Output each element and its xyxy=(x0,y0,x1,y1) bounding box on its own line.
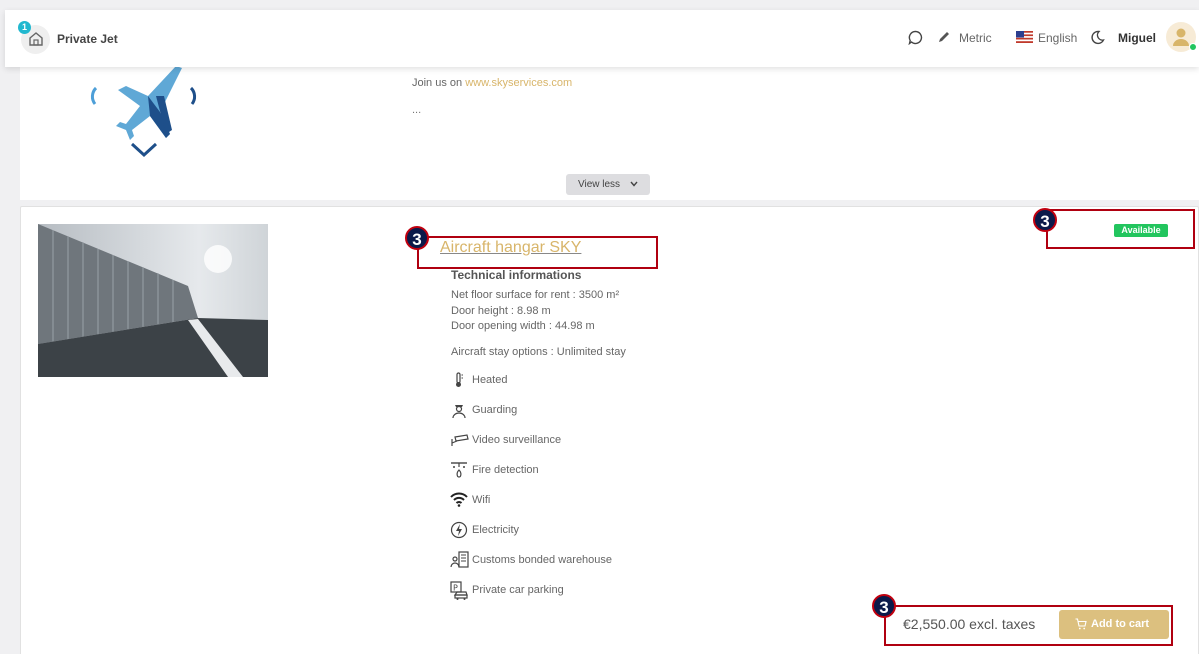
annotation-box-status xyxy=(1046,209,1195,249)
annotation-number-title: 3 xyxy=(405,226,429,250)
wifi-icon xyxy=(450,492,468,507)
camera-icon xyxy=(451,434,469,446)
spec-door-width: Door opening width : 44.98 m xyxy=(451,320,595,332)
feature-label: Guarding xyxy=(472,404,518,416)
listing-card: Aircraft hangar SKY Technical informatio… xyxy=(20,206,1199,654)
avatar[interactable] xyxy=(1166,22,1197,52)
ruler-pencil-icon xyxy=(939,32,949,42)
top-bar: 1 Private Jet Metric English Miguel xyxy=(5,10,1199,67)
company-logo xyxy=(90,66,197,158)
user-name[interactable]: Miguel xyxy=(1118,31,1156,45)
view-less-button[interactable]: View less xyxy=(566,174,650,195)
join-label: Join us on xyxy=(412,77,466,89)
language-selector[interactable]: English xyxy=(1038,31,1077,45)
annotation-box-title xyxy=(417,236,658,269)
brand-name[interactable]: Private Jet xyxy=(57,32,118,46)
fire-detector-icon xyxy=(451,462,467,478)
annotation-box-price xyxy=(884,605,1173,646)
chevron-down-icon xyxy=(630,181,638,187)
home-icon xyxy=(29,32,43,46)
notification-badge: 1 xyxy=(18,21,31,34)
stay-options: Aircraft stay options : Unlimited stay xyxy=(451,346,626,358)
feature-label: Wifi xyxy=(472,494,491,506)
annotation-number-status: 3 xyxy=(1033,208,1057,232)
view-less-label: View less xyxy=(578,179,621,190)
annotation-number-price: 3 xyxy=(872,594,896,618)
feature-label: Video surveillance xyxy=(472,434,562,446)
online-status-dot xyxy=(1189,43,1197,51)
description-section: Join us on www.skyservices.com ... View … xyxy=(20,66,1199,200)
hangar-photo[interactable] xyxy=(38,224,268,377)
join-text: Join us on www.skyservices.com xyxy=(412,77,572,89)
home-button[interactable]: 1 xyxy=(18,21,50,54)
dark-mode-icon[interactable] xyxy=(1090,30,1105,45)
website-link[interactable]: www.skyservices.com xyxy=(465,77,572,89)
feature-label: Customs bonded warehouse xyxy=(472,554,613,566)
spec-door-height: Door height : 8.98 m xyxy=(451,305,551,317)
ellipsis-text: ... xyxy=(412,104,422,116)
chat-icon[interactable] xyxy=(908,30,923,45)
feature-label: Electricity xyxy=(472,524,520,536)
svg-text:P: P xyxy=(453,584,458,593)
technical-info-heading: Technical informations xyxy=(451,268,582,282)
feature-label: Private car parking xyxy=(472,584,564,596)
feature-label: Fire detection xyxy=(472,464,539,476)
parking-icon: P xyxy=(450,581,468,600)
units-selector[interactable]: Metric xyxy=(959,31,992,45)
us-flag-icon xyxy=(1016,31,1033,43)
thermometer-icon xyxy=(456,372,463,387)
feature-label: Heated xyxy=(472,374,508,386)
guard-icon xyxy=(452,405,466,419)
spec-floor-surface: Net floor surface for rent : 3500 m² xyxy=(451,289,620,301)
customs-icon xyxy=(450,551,469,568)
electricity-icon xyxy=(450,521,468,539)
